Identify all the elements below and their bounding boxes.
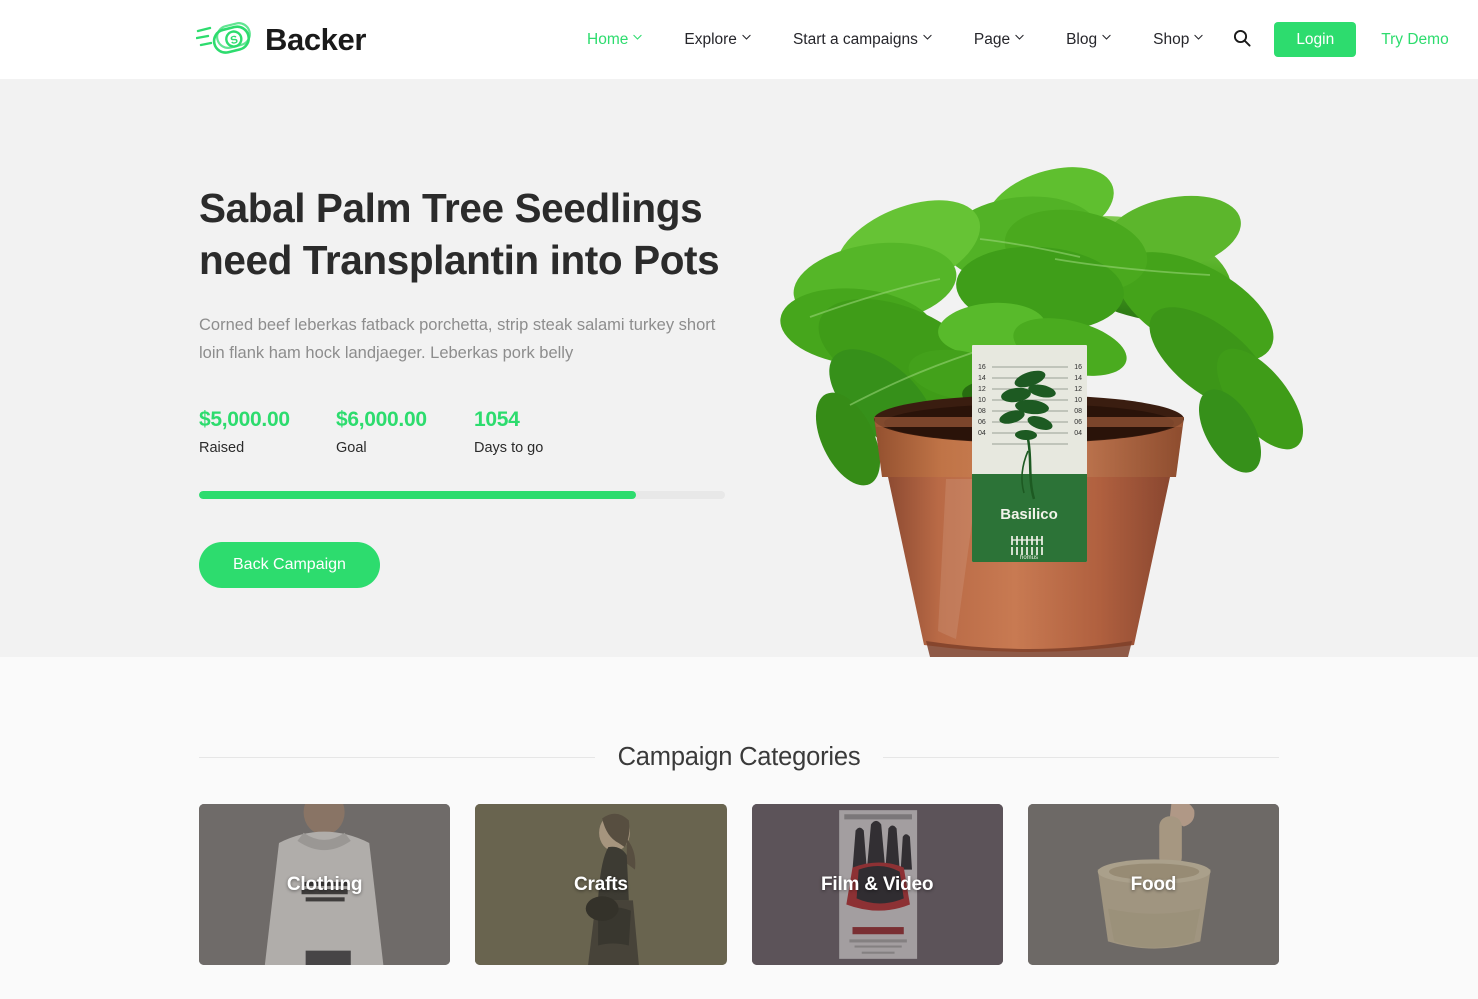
svg-text:06: 06 <box>978 419 986 426</box>
nav-item-label: Blog <box>1066 30 1098 48</box>
nav-item-blog[interactable]: Blog <box>1045 32 1132 48</box>
nav-item-label: Shop <box>1153 30 1190 48</box>
hero-plant-image: 16 14 12 10 08 06 04 16 14 12 10 08 06 0… <box>740 79 1478 657</box>
stat-label: Days to go <box>474 439 544 456</box>
svg-text:16: 16 <box>1074 364 1082 371</box>
site-header: S Backer Home Explore Start a campaigns … <box>0 0 1478 79</box>
campaign-categories-section: Campaign Categories Clothing Crafts Film… <box>0 657 1478 999</box>
stat-label: Raised <box>199 439 245 456</box>
svg-text:S: S <box>229 33 239 46</box>
nav-item-label: Start a campaigns <box>792 30 918 48</box>
hero-description: Corned beef leberkas fatback porchetta, … <box>199 315 716 363</box>
hero-title: Sabal Palm Tree Seedlings need Transplan… <box>199 185 720 283</box>
nav-item-shop[interactable]: Shop <box>1132 32 1224 48</box>
heading-rule-right <box>883 757 1279 758</box>
chevron-down-icon <box>923 34 932 43</box>
svg-text:14: 14 <box>1074 375 1082 382</box>
section-title: Campaign Categories <box>617 743 861 771</box>
nav-item-page[interactable]: Page <box>953 32 1045 48</box>
category-label: Crafts <box>574 873 628 895</box>
heading-rule-left <box>199 757 595 758</box>
stat-value: $6,000.00 <box>336 408 427 432</box>
svg-text:10: 10 <box>1074 397 1082 404</box>
chevron-down-icon <box>1015 34 1024 43</box>
svg-text:06: 06 <box>1074 419 1082 426</box>
svg-text:12: 12 <box>1074 386 1082 393</box>
stat-goal: $6,000.00 Goal <box>336 408 474 455</box>
hero-section: Sabal Palm Tree Seedlings need Transplan… <box>0 79 1478 657</box>
nav-item-label: Page <box>973 30 1011 48</box>
svg-text:10: 10 <box>978 397 986 404</box>
nav-item-start-a-campaigns[interactable]: Start a campaigns <box>772 32 953 48</box>
stat-value: 1054 <box>474 408 520 432</box>
flying-money-icon: S <box>195 19 256 61</box>
stat-days-to-go: 1054 Days to go <box>474 408 614 455</box>
category-card-food[interactable]: Food <box>1027 804 1279 965</box>
stat-raised: $5,000.00 Raised <box>199 408 336 455</box>
nav-item-explore[interactable]: Explore <box>663 32 772 48</box>
nav-item-home[interactable]: Home <box>566 32 663 48</box>
campaign-progress-fill <box>199 490 636 499</box>
category-card-film-and-video[interactable]: Film & Video <box>751 804 1003 965</box>
svg-text:homus: homus <box>1020 555 1038 561</box>
try-demo-link[interactable]: Try Demo <box>1381 31 1448 49</box>
category-label: Food <box>1130 873 1177 895</box>
search-button[interactable] <box>1224 22 1260 58</box>
svg-text:16: 16 <box>978 364 986 371</box>
hero-content: Sabal Palm Tree Seedlings need Transplan… <box>0 79 740 657</box>
chevron-down-icon <box>1102 34 1111 43</box>
campaign-stats: $5,000.00 Raised $6,000.00 Goal 1054 Day… <box>199 408 740 455</box>
search-icon <box>1233 29 1251 50</box>
category-grid: Clothing Crafts Film & Video Food <box>199 804 1279 965</box>
category-label: Clothing <box>286 873 363 895</box>
svg-text:04: 04 <box>978 430 986 437</box>
svg-text:14: 14 <box>978 375 986 382</box>
category-card-clothing[interactable]: Clothing <box>199 804 451 965</box>
section-heading: Campaign Categories <box>199 743 1279 772</box>
back-campaign-button[interactable]: Back Campaign <box>199 541 380 588</box>
category-card-crafts[interactable]: Crafts <box>475 804 727 965</box>
chevron-down-icon <box>742 34 751 43</box>
stat-label: Goal <box>336 439 367 456</box>
header-actions: Login Try Demo <box>1224 22 1449 58</box>
main-navigation: Home Explore Start a campaigns Page Blog… <box>566 32 1224 48</box>
svg-text:08: 08 <box>978 408 986 415</box>
category-label: Film & Video <box>820 873 934 895</box>
svg-text:04: 04 <box>1074 430 1082 437</box>
login-button[interactable]: Login <box>1274 22 1357 57</box>
brand-logo-link[interactable]: S Backer <box>195 19 367 61</box>
nav-item-label: Explore <box>684 30 737 48</box>
svg-text:12: 12 <box>978 386 986 393</box>
brand-name: Backer <box>265 22 367 57</box>
nav-item-label: Home <box>587 30 629 48</box>
svg-text:08: 08 <box>1074 408 1082 415</box>
chevron-down-icon <box>1194 34 1203 43</box>
svg-text:Basilico: Basilico <box>1000 506 1058 523</box>
chevron-down-icon <box>633 34 642 43</box>
stat-value: $5,000.00 <box>199 408 290 432</box>
campaign-progress-bar <box>199 490 725 499</box>
